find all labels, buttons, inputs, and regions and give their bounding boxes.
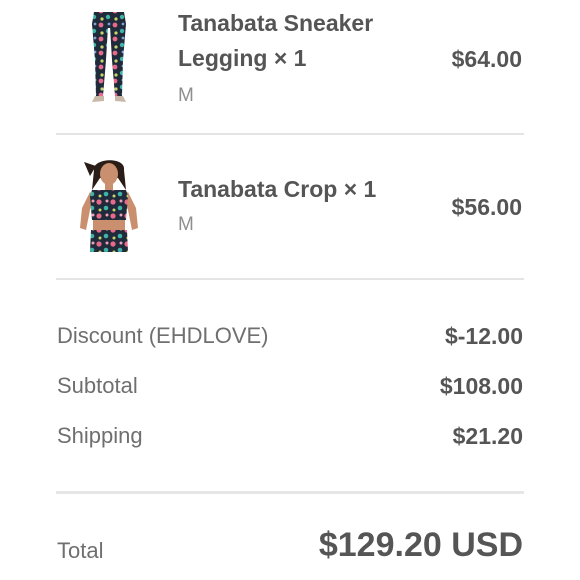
- item-variant: M: [178, 214, 194, 235]
- item-name: Tanabata Sneaker Legging × 1: [178, 6, 418, 76]
- item-name-line2: Legging × 1: [178, 45, 307, 71]
- shipping-value: $21.20: [452, 423, 523, 449]
- order-summary: Tanabata Sneaker Legging × 1 M $64.00 Ta…: [0, 0, 580, 580]
- divider: [56, 491, 524, 494]
- item-variant: M: [178, 85, 194, 106]
- subtotal-value: $108.00: [439, 373, 523, 399]
- crop-top-thumbnail: [80, 160, 138, 252]
- product-image-leggings[interactable]: [68, 8, 150, 104]
- item-name-line1: Tanabata Sneaker: [178, 10, 374, 36]
- divider: [56, 133, 524, 135]
- total-value: $129.20 USD: [318, 526, 523, 564]
- leggings-thumbnail: [92, 12, 126, 102]
- subtotal-row: Subtotal $108.00: [57, 373, 523, 405]
- subtotal-label: Subtotal: [57, 373, 138, 398]
- discount-row: Discount (EHDLOVE) $-12.00: [57, 323, 523, 355]
- discount-label: Discount (EHDLOVE): [57, 323, 269, 348]
- cart-item-leggings[interactable]: Tanabata Sneaker Legging × 1 M $64.00: [56, 0, 524, 133]
- cart-item-crop[interactable]: Tanabata Crop × 1 M $56.00: [56, 136, 524, 278]
- item-name: Tanabata Crop × 1: [178, 176, 377, 202]
- total-row: Total $129.20 USD: [57, 526, 523, 572]
- shipping-label: Shipping: [57, 423, 143, 448]
- total-label: Total: [57, 538, 104, 563]
- discount-value: $-12.00: [444, 323, 523, 349]
- product-image-crop[interactable]: [68, 156, 150, 252]
- item-price: $64.00: [451, 46, 522, 72]
- divider: [56, 278, 524, 280]
- item-price: $56.00: [451, 194, 522, 220]
- shipping-row: Shipping $21.20: [57, 423, 523, 455]
